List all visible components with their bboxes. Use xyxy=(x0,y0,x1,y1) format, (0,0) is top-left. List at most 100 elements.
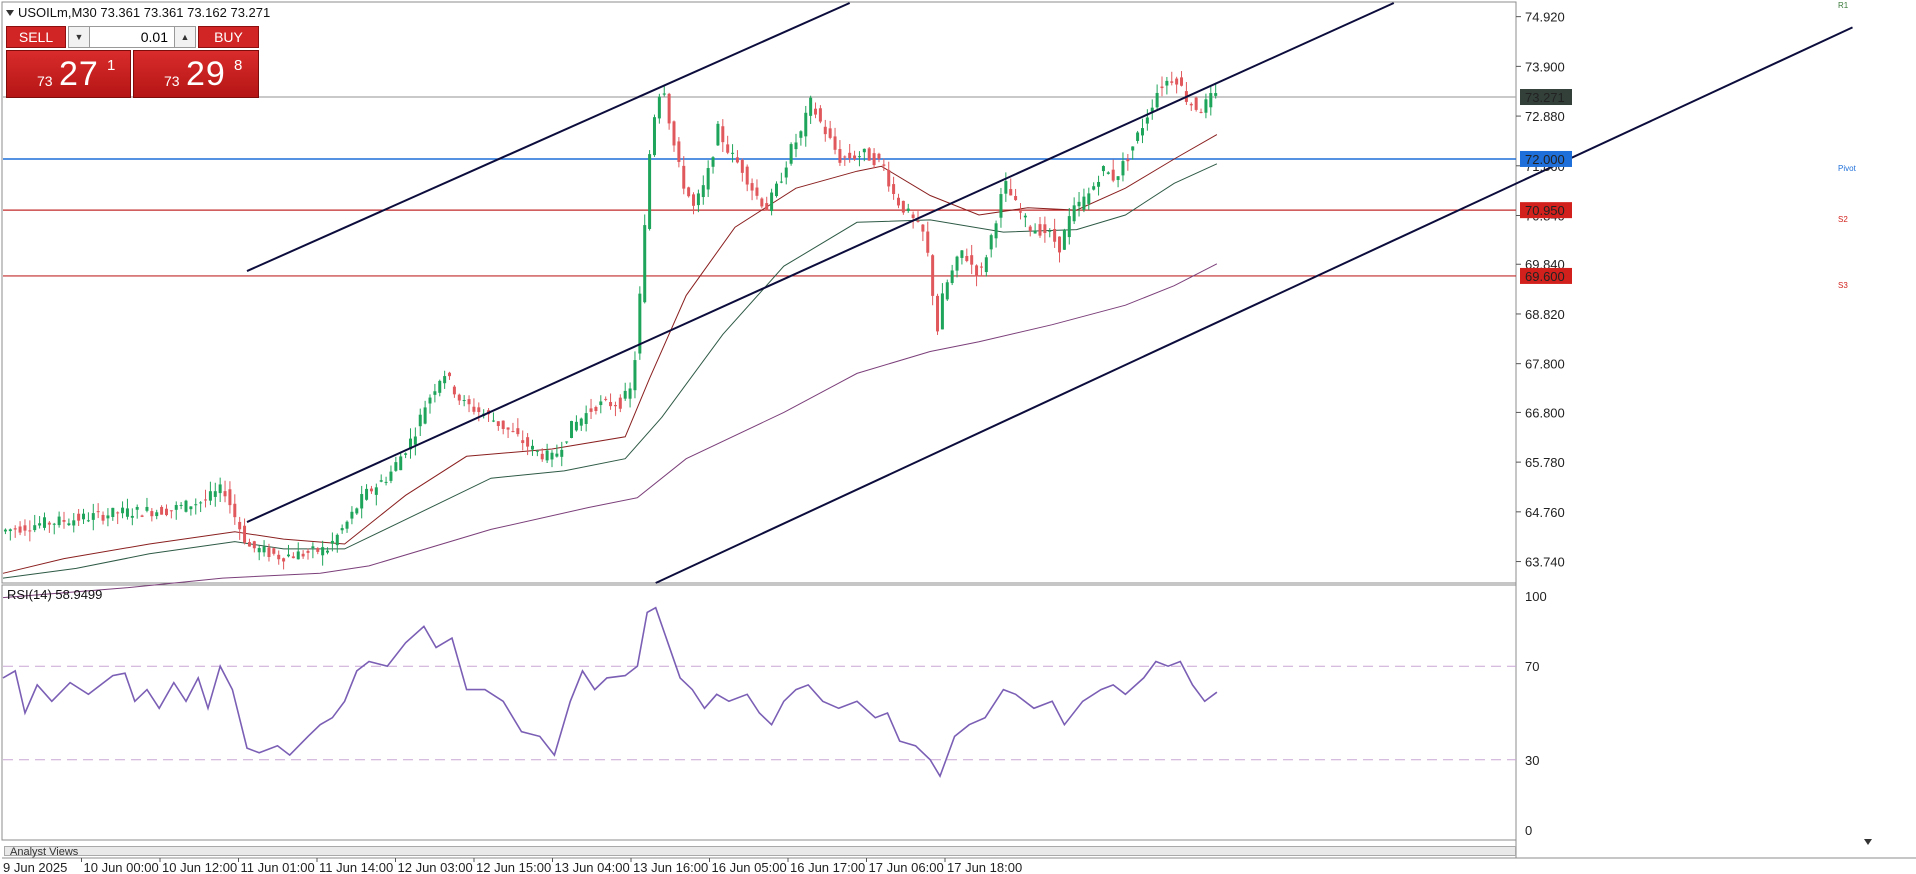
candle-body xyxy=(770,192,774,212)
candle-body xyxy=(667,93,671,124)
level-price-label: 72.000 xyxy=(1525,152,1565,167)
price-tick-label: 72.880 xyxy=(1525,109,1565,124)
candle-body xyxy=(955,256,959,271)
candle-body xyxy=(804,112,808,137)
candle-body xyxy=(887,169,891,187)
candle-body xyxy=(853,155,857,160)
candle-body xyxy=(823,126,827,135)
horizontal-scrollbar[interactable] xyxy=(4,846,1516,856)
buy-price-button[interactable]: 73 29 8 xyxy=(133,50,259,98)
candle-body xyxy=(38,523,42,526)
candle-body xyxy=(721,126,725,143)
candle-body xyxy=(8,529,12,532)
candle-body xyxy=(179,504,183,506)
candle-body xyxy=(286,554,290,557)
candle-body xyxy=(648,154,652,229)
candle-body xyxy=(1077,201,1081,207)
candle-body xyxy=(818,108,822,122)
sell-price-button[interactable]: 73 27 1 xyxy=(6,50,131,98)
candle-body xyxy=(111,507,115,517)
channel-line[interactable] xyxy=(655,26,1853,584)
candle-body xyxy=(726,144,730,153)
candle-body xyxy=(140,515,144,517)
candle-body xyxy=(916,220,920,222)
candle-body xyxy=(911,214,915,218)
candle-body xyxy=(1199,111,1203,113)
candle-body xyxy=(1058,236,1062,253)
price-chart[interactable]: PivotS2S3 74.92073.90072.88071.86070.840… xyxy=(0,0,1916,874)
time-tick-label: 11 Jun 14:00 xyxy=(319,860,393,874)
candle-body xyxy=(594,406,598,412)
candle-body xyxy=(877,153,881,159)
candle-body xyxy=(994,223,998,239)
candle-body xyxy=(3,529,7,532)
buy-price-sup: 8 xyxy=(234,57,243,74)
candle-body xyxy=(799,131,803,138)
candle-body xyxy=(584,413,588,424)
candle-body xyxy=(882,164,886,166)
candle-body xyxy=(643,225,647,303)
time-tick-label: 13 Jun 04:00 xyxy=(555,860,630,874)
candle-body xyxy=(86,520,90,522)
analyst-views-tab[interactable]: Analyst Views xyxy=(10,846,78,858)
price-tick-label: 64.760 xyxy=(1525,505,1565,520)
candle-body xyxy=(1043,224,1047,234)
candle-body xyxy=(1004,181,1008,194)
candle-body xyxy=(521,440,525,444)
candle-body xyxy=(223,491,227,497)
candle-body xyxy=(301,553,305,557)
lot-size-input[interactable] xyxy=(90,26,174,48)
candle-body xyxy=(18,526,22,533)
candle-body xyxy=(735,157,739,163)
candle-body xyxy=(91,513,95,520)
candle-body xyxy=(82,513,86,520)
candle-body xyxy=(906,208,910,211)
trend-channel[interactable] xyxy=(246,2,1853,584)
triangle-down-icon xyxy=(1864,839,1872,845)
lot-decrease-button[interactable]: ▼ xyxy=(68,26,90,48)
candle-body xyxy=(1092,186,1096,190)
candle-body xyxy=(1209,93,1213,108)
candle-body xyxy=(57,516,61,526)
candle-body xyxy=(711,157,715,167)
rsi-tick-label: 0 xyxy=(1525,823,1532,838)
candle-body xyxy=(867,148,871,161)
candle-body xyxy=(609,402,613,407)
candle-body xyxy=(267,547,271,557)
rsi-tick-label: 100 xyxy=(1525,589,1547,604)
candle-body xyxy=(828,128,832,138)
candle-body xyxy=(418,414,422,427)
channel-line[interactable] xyxy=(246,2,1395,523)
candle-body xyxy=(374,487,378,495)
channel-line[interactable] xyxy=(246,2,851,272)
candle-body xyxy=(125,508,129,517)
sell-button[interactable]: SELL xyxy=(6,26,66,48)
moving-averages xyxy=(2,134,1218,599)
candle-body xyxy=(740,160,744,173)
lot-increase-button[interactable]: ▲ xyxy=(174,26,196,48)
candle-body xyxy=(545,450,549,461)
candle-body xyxy=(570,420,574,438)
candle-body xyxy=(47,522,51,525)
candle-body xyxy=(628,388,632,399)
candle-body xyxy=(72,520,76,526)
candle-body xyxy=(160,506,164,515)
candle-body xyxy=(116,512,120,514)
candle-body xyxy=(706,168,710,190)
candle-body xyxy=(184,500,188,512)
candle-body xyxy=(716,123,720,146)
candle-body xyxy=(243,525,247,543)
time-axis[interactable]: 9 Jun 2025 10 Jun 00:00 10 Jun 12:00 11 Jun… xyxy=(3,858,1022,874)
buy-button[interactable]: BUY xyxy=(198,26,259,48)
time-tick-label: 16 Jun 05:00 xyxy=(712,860,787,874)
candle-body xyxy=(399,456,403,471)
candle-body xyxy=(296,551,300,560)
candle-body xyxy=(218,484,222,494)
time-tick-label: 17 Jun 06:00 xyxy=(869,860,944,874)
rsi-indicator: 100 70 30 0 xyxy=(2,589,1547,838)
candle-body xyxy=(857,156,861,158)
candle-body xyxy=(794,142,798,150)
candle-body xyxy=(511,431,515,433)
candle-body xyxy=(233,503,237,518)
candle-body xyxy=(574,421,578,431)
